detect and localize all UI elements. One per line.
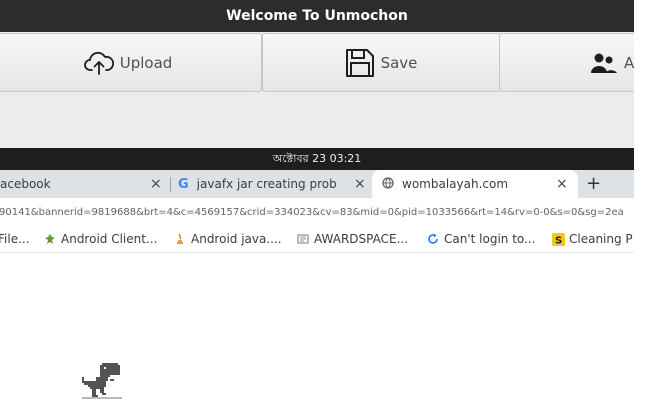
bookmark-label: Cleaning P	[569, 232, 633, 246]
tab-divider	[170, 177, 171, 192]
system-top-bar: অক্টোবর 23 03:21	[0, 148, 634, 170]
upload-label: Upload	[119, 53, 173, 72]
users-icon	[590, 52, 618, 74]
tab-title: acebook	[0, 177, 51, 191]
users-button[interactable]: A	[499, 33, 646, 92]
window-titlebar: Welcome To Unmochon	[0, 0, 634, 32]
app-toolbar: Upload Save A	[0, 32, 646, 94]
cloud-upload-icon	[83, 50, 114, 76]
address-bar[interactable]: 90141&bannerid=9819688&brt=4&c=4569157&c…	[0, 198, 634, 226]
url-text[interactable]: 90141&bannerid=9819688&brt=4&c=4569157&c…	[0, 207, 624, 218]
system-clock[interactable]: অক্টোবর 23 03:21	[273, 150, 362, 169]
awardspace-icon	[297, 233, 309, 245]
tab-javafx[interactable]: G javafx jar creating proble ×	[178, 170, 368, 198]
bookmark-label: File...	[0, 232, 30, 246]
bookmark-item[interactable]: AWARDSPACE...	[297, 232, 408, 246]
bookmark-item[interactable]: File...	[0, 232, 30, 246]
dinosaur-icon[interactable]	[82, 363, 122, 402]
page-content	[0, 253, 634, 402]
window-title: Welcome To Unmochon	[226, 8, 408, 24]
app-content-panel	[0, 94, 634, 148]
save-label: Save	[380, 53, 418, 72]
bookmark-label: Android Client...	[61, 232, 158, 246]
screen: Welcome To Unmochon Upload Save A অক্টোব…	[0, 0, 646, 402]
close-icon[interactable]: ×	[354, 176, 366, 192]
tab-title: javafx jar creating proble	[196, 177, 337, 191]
close-icon[interactable]: ×	[150, 176, 162, 192]
bookmark-item[interactable]: Can't login to...	[427, 232, 535, 246]
google-icon: G	[178, 176, 189, 192]
bookmark-label: Android java....	[191, 232, 282, 246]
bookmark-item[interactable]: Android Client...	[44, 232, 157, 246]
users-label: A	[624, 53, 635, 72]
tab-title: wombalayah.com	[402, 177, 509, 191]
screen-edge	[634, 0, 646, 402]
floppy-disk-icon	[345, 48, 375, 78]
bookmarks-bar: File... Android Client... Android java..…	[0, 226, 634, 253]
bookmark-item[interactable]: Android java....	[174, 232, 282, 246]
new-tab-icon[interactable]: +	[586, 173, 601, 194]
tab-facebook[interactable]: acebook ×	[0, 170, 172, 198]
close-icon[interactable]: ×	[556, 176, 568, 192]
save-button[interactable]: Save	[262, 33, 500, 92]
refresh-icon	[427, 233, 439, 245]
tab-wombalayah[interactable]: wombalayah.com ×	[372, 170, 578, 198]
upload-button[interactable]: Upload	[0, 33, 262, 92]
bookmark-item[interactable]: S Cleaning P	[552, 232, 633, 247]
s-favicon-icon: S	[552, 233, 565, 247]
globe-icon	[382, 176, 394, 192]
svg-text:S: S	[555, 236, 562, 247]
android-icon	[44, 233, 56, 245]
browser-tabstrip: acebook × G javafx jar creating proble ×…	[0, 170, 634, 198]
bookmark-label: AWARDSPACE...	[314, 232, 409, 246]
java-icon	[174, 233, 186, 245]
bookmark-label: Can't login to...	[444, 232, 536, 246]
